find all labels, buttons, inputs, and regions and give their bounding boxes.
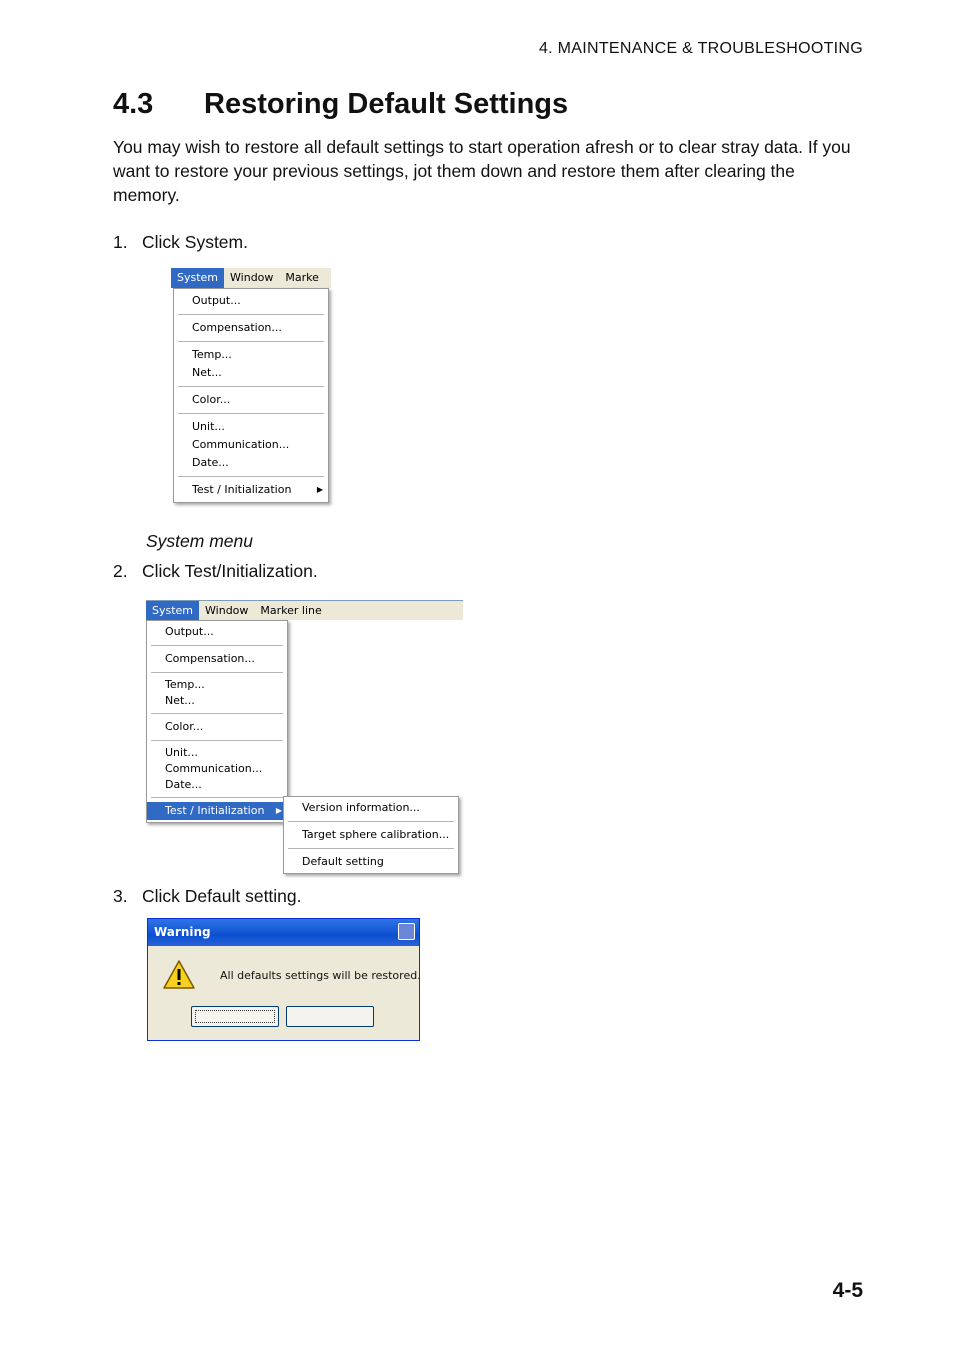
cancel-button[interactable] [286, 1006, 374, 1027]
menu-item-label: Test / Initialization [192, 483, 292, 496]
section-title: 4.3 Restoring Default Settings [113, 88, 568, 121]
menu-item-temp[interactable]: Temp... [174, 346, 328, 364]
step-number: 3. [113, 886, 128, 906]
menu-item-date[interactable]: Date... [174, 454, 328, 472]
menu-marker-line[interactable]: Marker line [254, 601, 327, 621]
menu-item-temp[interactable]: Temp... [147, 677, 287, 693]
submenu-arrow-icon: ▶ [316, 485, 323, 494]
menu-item-unit[interactable]: Unit... [147, 745, 287, 761]
section-title-text: Restoring Default Settings [204, 88, 569, 120]
window-area [286, 620, 464, 820]
menu-item-output[interactable]: Output... [147, 623, 287, 641]
warning-icon [163, 960, 195, 989]
menu-window[interactable]: Window [199, 601, 254, 621]
step-1: 1. Click System. [113, 232, 248, 253]
dialog-title-bar: Warning [148, 919, 419, 946]
separator [151, 672, 283, 673]
menu-item-test-initialization[interactable]: Test / Initialization ▶ [174, 481, 328, 499]
system-menu-screenshot: System Window Marke Output... Compensati… [171, 268, 331, 512]
menu-item-unit[interactable]: Unit... [174, 418, 328, 436]
separator [178, 314, 324, 315]
menu-item-communication[interactable]: Communication... [147, 761, 287, 777]
ok-button[interactable] [191, 1006, 279, 1027]
system-dropdown: Output... Compensation... Temp... Net...… [146, 620, 288, 823]
separator [151, 797, 283, 798]
step-number: 1. [113, 232, 128, 252]
separator [151, 713, 283, 714]
dialog-title: Warning [154, 925, 211, 939]
test-initialization-submenu: Version information... Target sphere cal… [283, 796, 459, 874]
step-2: 2. Click Test/Initialization. [113, 561, 318, 582]
submenu-item-version-information[interactable]: Version information... [284, 799, 458, 817]
dialog-message: All defaults settings will be restored. [220, 969, 421, 982]
step-3: 3. Click Default setting. [113, 886, 302, 907]
menu-marker[interactable]: Marke [279, 268, 325, 288]
separator [288, 848, 454, 849]
separator [178, 341, 324, 342]
menu-item-net[interactable]: Net... [147, 693, 287, 709]
submenu-arrow-icon: ▶ [275, 806, 282, 815]
page-number: 4-5 [832, 1279, 863, 1302]
menu-item-color[interactable]: Color... [147, 718, 287, 736]
step-text: Click System. [142, 232, 248, 252]
step-text: Click Default setting. [142, 886, 302, 906]
step-number: 2. [113, 561, 128, 581]
separator [151, 645, 283, 646]
system-dropdown: Output... Compensation... Temp... Net...… [173, 288, 329, 503]
submenu-item-target-sphere-calibration[interactable]: Target sphere calibration... [284, 826, 458, 844]
separator [178, 413, 324, 414]
submenu-item-default-setting[interactable]: Default setting [284, 853, 458, 871]
test-initialization-screenshot: System Window Marker line Output... Comp… [146, 600, 464, 874]
separator [178, 386, 324, 387]
menu-bar: System Window Marke [171, 268, 331, 288]
menu-item-label: Test / Initialization [165, 804, 265, 817]
figure-caption: System menu [146, 531, 253, 551]
menu-item-color[interactable]: Color... [174, 391, 328, 409]
menu-item-communication[interactable]: Communication... [174, 436, 328, 454]
separator [151, 740, 283, 741]
menu-bar: System Window Marker line [146, 600, 463, 621]
menu-item-net[interactable]: Net... [174, 364, 328, 382]
separator [178, 476, 324, 477]
menu-item-compensation[interactable]: Compensation... [147, 650, 287, 668]
menu-item-date[interactable]: Date... [147, 777, 287, 793]
menu-item-output[interactable]: Output... [174, 292, 328, 310]
menu-system[interactable]: System [171, 268, 225, 288]
separator [288, 821, 454, 822]
warning-dialog: Warning All defaults settings will be re… [147, 918, 421, 1041]
running-header: 4. MAINTENANCE & TROUBLESHOOTING [538, 40, 863, 57]
step-text: Click Test/Initialization. [142, 561, 318, 581]
menu-item-compensation[interactable]: Compensation... [174, 319, 328, 337]
menu-item-test-initialization[interactable]: Test / Initialization ▶ [147, 802, 287, 820]
section-number: 4.3 [113, 88, 154, 120]
menu-system[interactable]: System [146, 601, 200, 621]
close-button[interactable] [398, 923, 415, 940]
intro-paragraph: You may wish to restore all default sett… [113, 137, 851, 205]
menu-window[interactable]: Window [224, 268, 279, 288]
